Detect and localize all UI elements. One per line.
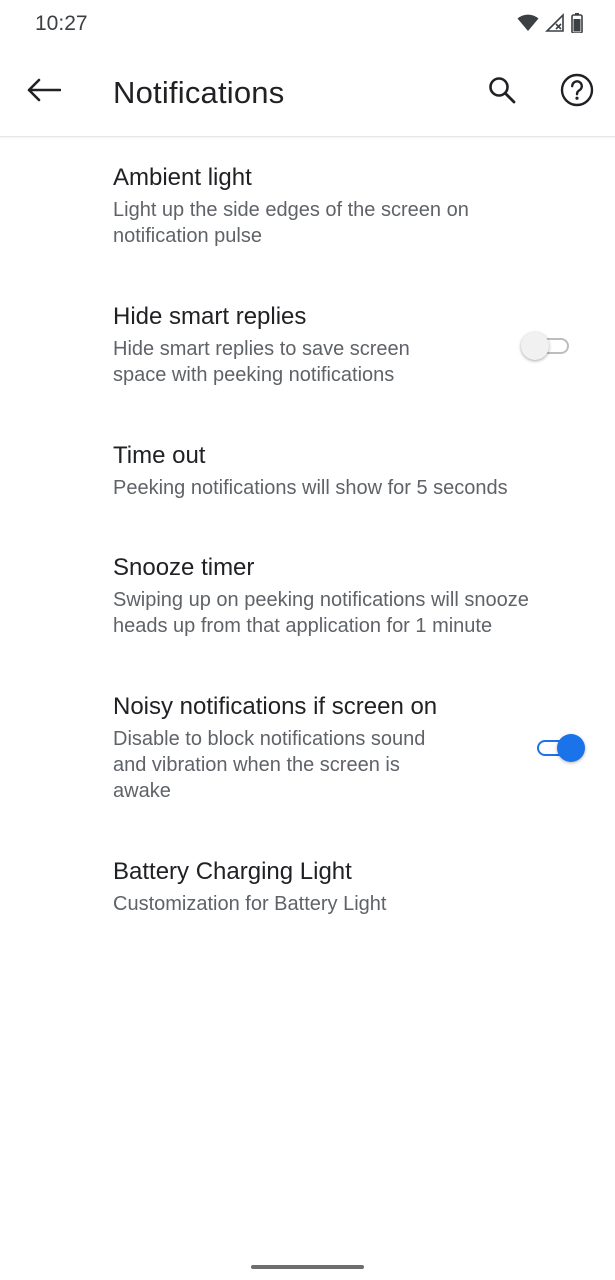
pref-title: Battery Charging Light — [113, 858, 352, 885]
page-title: Notifications — [113, 75, 285, 110]
pref-summary: Peeking notifications will show for 5 se… — [113, 475, 508, 501]
app-bar: Notifications — [0, 48, 615, 137]
pref-snooze-timer[interactable]: Snooze timer Swiping up on peeking notif… — [0, 528, 615, 650]
pref-summary-line: awake — [113, 780, 171, 802]
hide-smart-replies-toggle[interactable] — [521, 329, 573, 361]
pref-battery-charging-light[interactable]: Battery Charging Light Customization for… — [0, 832, 615, 928]
help-circle-icon — [560, 73, 594, 112]
help-button[interactable] — [553, 68, 601, 116]
pref-hide-smart-replies[interactable]: Hide smart replies Hide smart replies to… — [0, 277, 615, 399]
pref-summary-line: heads up from that application for 1 min… — [113, 615, 493, 637]
wifi-icon — [517, 14, 539, 32]
battery-icon — [571, 13, 583, 33]
screen: 10:27 Notifications Ambient light Light … — [0, 0, 615, 1280]
search-button[interactable] — [478, 68, 526, 116]
status-bar: 10:27 — [0, 0, 615, 48]
pref-summary: Swiping up on peeking notifications will… — [113, 587, 529, 639]
pref-summary: Disable to block notifications sound and… — [113, 726, 425, 804]
pref-summary-line: Customization for Battery Light — [113, 893, 387, 915]
noisy-notifications-toggle[interactable] — [533, 731, 585, 763]
pref-summary-line: Disable to block notifications sound — [113, 728, 426, 750]
pref-summary-line: Swiping up on peeking notifications will… — [113, 589, 529, 611]
pref-title: Ambient light — [113, 164, 252, 191]
signal-no-data-icon — [545, 13, 565, 33]
pref-summary-line: Light up the side edges of the screen on — [113, 199, 469, 221]
status-icons — [517, 13, 583, 33]
pref-title: Noisy notifications if screen on — [113, 693, 438, 720]
arrow-back-icon — [27, 78, 62, 107]
pref-summary: Customization for Battery Light — [113, 891, 386, 917]
pref-summary-line: and vibration when the screen is — [113, 754, 400, 776]
search-icon — [488, 76, 516, 109]
pref-summary-line: Peeking notifications will show for 5 se… — [113, 477, 508, 499]
pref-summary-line: Hide smart replies to save screen — [113, 338, 410, 360]
gesture-nav-handle[interactable] — [251, 1265, 364, 1269]
pref-noisy-notifications[interactable]: Noisy notifications if screen on Disable… — [0, 667, 615, 815]
pref-title: Hide smart replies — [113, 303, 307, 330]
pref-summary-line: space with peeking notifications — [113, 364, 395, 386]
pref-summary-line: notification pulse — [113, 225, 262, 247]
pref-title: Time out — [113, 442, 206, 469]
pref-title: Snooze timer — [113, 554, 255, 581]
pref-ambient-light[interactable]: Ambient light Light up the side edges of… — [0, 138, 615, 260]
pref-summary: Light up the side edges of the screen on… — [113, 197, 469, 249]
toggle-thumb — [521, 332, 549, 360]
status-time: 10:27 — [35, 12, 88, 35]
toggle-thumb — [557, 734, 585, 762]
pref-summary: Hide smart replies to save screen space … — [113, 336, 410, 388]
back-button[interactable] — [20, 68, 68, 116]
pref-time-out[interactable]: Time out Peeking notifications will show… — [0, 416, 615, 512]
